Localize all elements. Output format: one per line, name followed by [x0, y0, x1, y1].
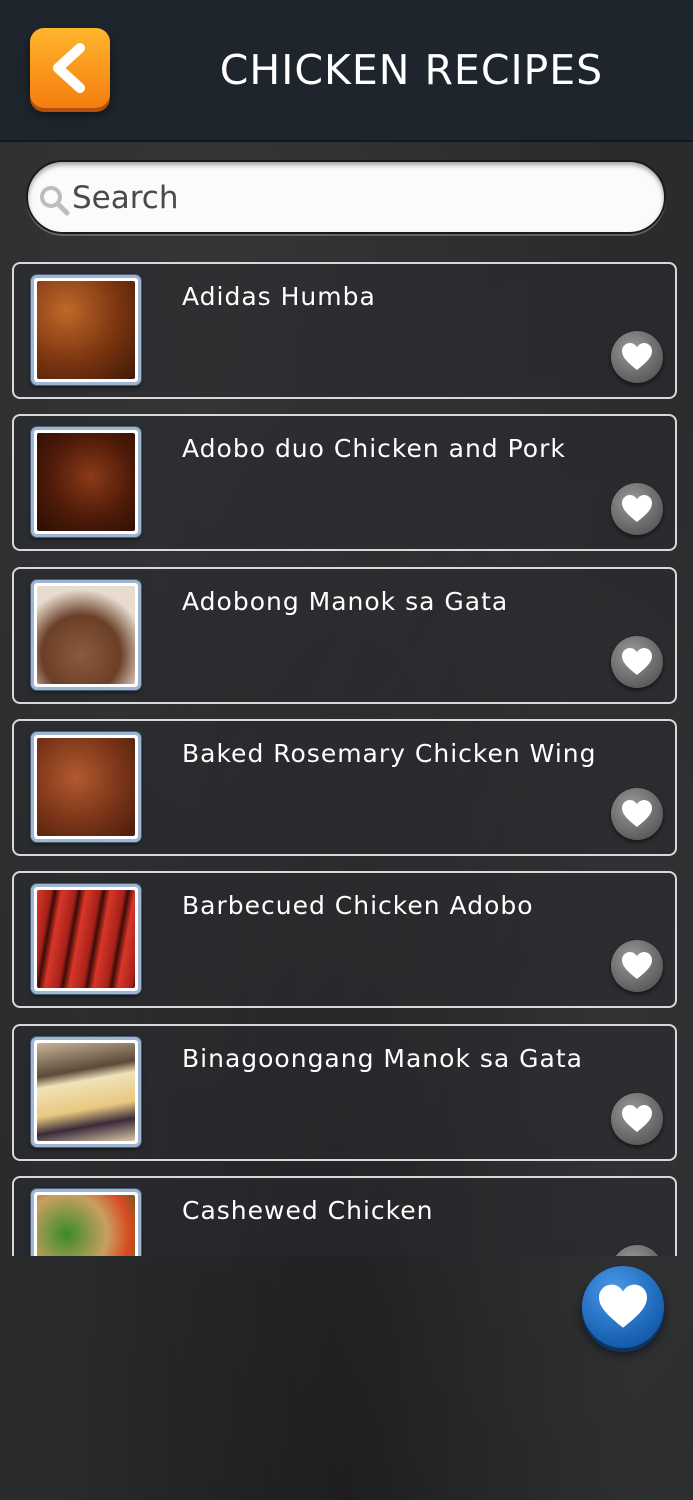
heart-icon	[622, 1105, 652, 1132]
favorite-toggle[interactable]	[611, 483, 663, 535]
recipe-item[interactable]: Barbecued Chicken Adobo	[12, 871, 677, 1008]
recipe-thumbnail	[31, 275, 141, 385]
page-title: CHICKEN RECIPES	[219, 46, 604, 94]
favorite-toggle[interactable]	[611, 940, 663, 992]
heart-icon	[622, 343, 652, 370]
recipe-title: Barbecued Chicken Adobo	[182, 891, 534, 920]
favorite-toggle[interactable]	[611, 636, 663, 688]
recipe-item[interactable]: Adobong Manok sa Gata	[12, 567, 677, 704]
search-input[interactable]	[72, 172, 632, 224]
recipe-thumbnail	[31, 1037, 141, 1147]
recipe-title: Binagoongang Manok sa Gata	[182, 1044, 583, 1073]
recipe-thumbnail	[31, 732, 141, 842]
recipe-item[interactable]: Adobo duo Chicken and Pork	[12, 414, 677, 551]
recipe-item[interactable]: Baked Rosemary Chicken Wing	[12, 719, 677, 856]
heart-icon	[622, 800, 652, 827]
heart-icon	[622, 952, 652, 979]
recipe-title: Adobo duo Chicken and Pork	[182, 434, 566, 463]
chevron-left-icon	[53, 43, 85, 93]
recipe-item[interactable]: Cashewed Chicken	[12, 1176, 677, 1256]
favorite-toggle[interactable]	[611, 331, 663, 383]
recipe-title: Adobong Manok sa Gata	[182, 587, 509, 616]
favorites-button[interactable]	[582, 1266, 664, 1348]
search-bar[interactable]	[26, 160, 666, 234]
heart-icon	[622, 648, 652, 675]
search-icon	[40, 186, 70, 216]
recipe-thumbnail	[31, 580, 141, 690]
favorite-toggle[interactable]	[611, 1093, 663, 1145]
back-button[interactable]	[30, 28, 110, 108]
top-bar: CHICKEN RECIPES	[0, 0, 693, 142]
recipe-item[interactable]: Binagoongang Manok sa Gata	[12, 1024, 677, 1161]
recipe-title: Baked Rosemary Chicken Wing	[182, 739, 597, 768]
recipe-thumbnail	[31, 884, 141, 994]
recipe-thumbnail	[31, 1189, 141, 1256]
favorite-toggle[interactable]	[611, 1245, 663, 1256]
heart-icon	[622, 495, 652, 522]
recipe-title: Cashewed Chicken	[182, 1196, 434, 1225]
recipe-thumbnail	[31, 427, 141, 537]
recipe-list[interactable]: Adidas Humba Adobo duo Chicken and Pork …	[0, 262, 693, 1256]
recipe-title: Adidas Humba	[182, 282, 376, 311]
heart-icon	[599, 1284, 647, 1328]
recipe-item[interactable]: Adidas Humba	[12, 262, 677, 399]
favorite-toggle[interactable]	[611, 788, 663, 840]
